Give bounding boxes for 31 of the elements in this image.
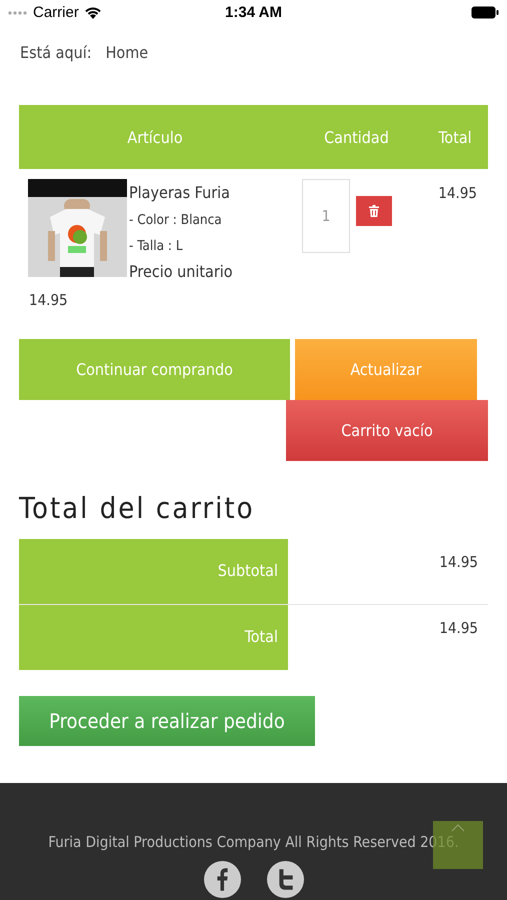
carrier-name: Carrier bbox=[33, 4, 79, 21]
caret-icon bbox=[451, 824, 465, 832]
column-header: Cantidad bbox=[323, 128, 390, 146]
breadcrumb-label: Está aquí: bbox=[20, 43, 92, 64]
unit-price-label: Precio unitario bbox=[129, 262, 234, 281]
status-time: 1:34 AM bbox=[225, 4, 282, 21]
battery-icon bbox=[471, 6, 499, 19]
wifi-icon bbox=[84, 6, 102, 19]
totals-label: Total bbox=[19, 605, 288, 670]
row-total: 14.95 bbox=[437, 184, 478, 204]
quantity-field[interactable]: 1 bbox=[302, 179, 350, 253]
cart-totals-title: Total del carrito bbox=[19, 491, 256, 525]
breadcrumb-link[interactable]: Home bbox=[106, 43, 148, 69]
column-header: Total bbox=[437, 128, 473, 146]
totals-value: 14.95 bbox=[438, 552, 479, 573]
product-name[interactable]: Playeras Furia bbox=[129, 183, 292, 202]
continue-shopping-button[interactable]: Continuar comprando bbox=[19, 339, 290, 400]
unit-price: 14.95 bbox=[29, 291, 68, 309]
delete-button[interactable] bbox=[356, 196, 392, 226]
checkout-button[interactable]: Proceder a realizar pedido bbox=[19, 696, 315, 746]
product-option: - Color : Blanca bbox=[129, 212, 292, 228]
twitter-icon[interactable] bbox=[266, 861, 304, 898]
update-button[interactable]: Actualizar bbox=[295, 339, 477, 400]
facebook-icon[interactable] bbox=[204, 861, 240, 898]
column-header: Artículo bbox=[126, 128, 184, 146]
trash-icon bbox=[369, 205, 379, 217]
totals-label: Subtotal bbox=[19, 539, 288, 604]
empty-cart-button[interactable]: Carrito vacío bbox=[286, 400, 488, 461]
product-option: - Talla : L bbox=[129, 238, 292, 254]
signal-icon bbox=[8, 10, 28, 14]
totals-value: 14.95 bbox=[438, 618, 479, 639]
